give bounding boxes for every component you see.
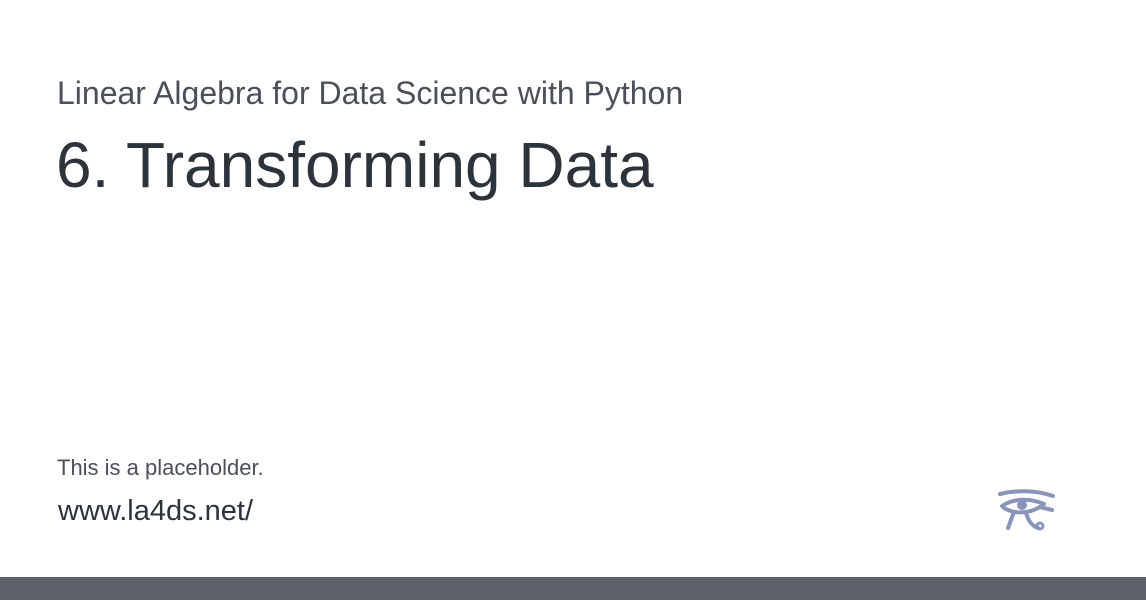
chapter-title: 6. Transforming Data bbox=[56, 129, 654, 201]
site-url: www.la4ds.net/ bbox=[58, 495, 254, 527]
eye-of-horus-icon bbox=[998, 489, 1055, 531]
footer-bar bbox=[0, 577, 1146, 600]
page-description: This is a placeholder. bbox=[57, 455, 264, 480]
book-title: Linear Algebra for Data Science with Pyt… bbox=[57, 75, 684, 111]
